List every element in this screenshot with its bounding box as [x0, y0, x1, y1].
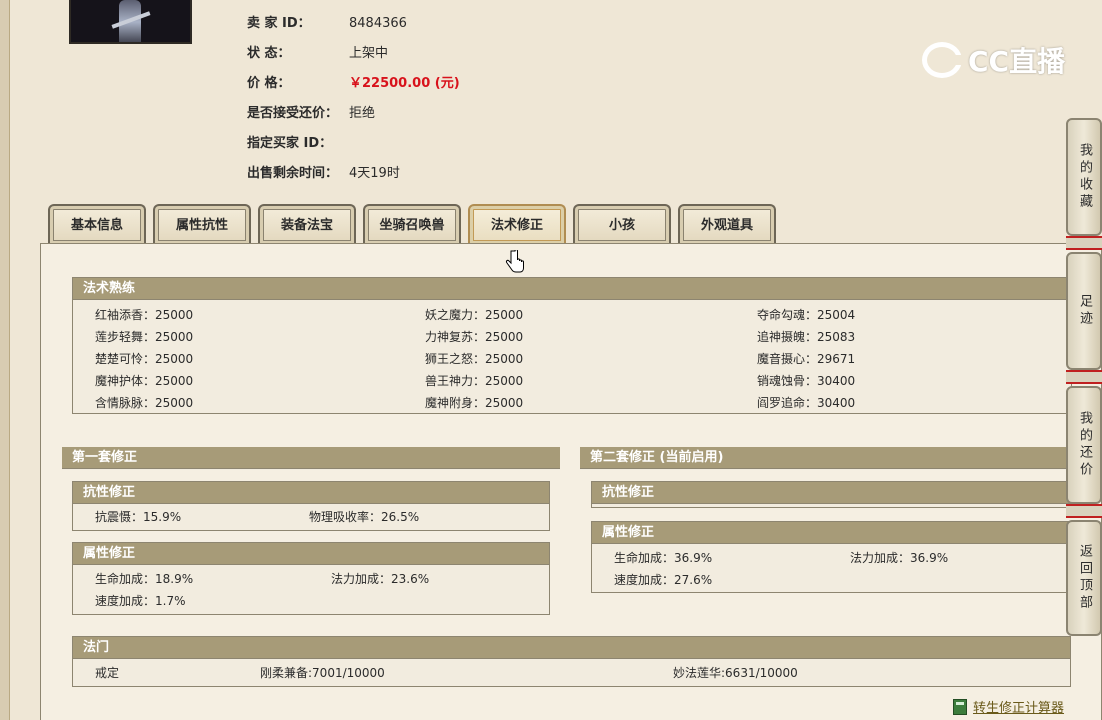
set2-header: 第二套修正 (当前启用) — [580, 447, 1072, 470]
proficiency-section: 法术熟练 红袖添香：25000 莲步轻舞：25000 楚楚可怜：25000 魔神… — [72, 277, 1072, 414]
tab-attributes[interactable]: 属性抗性 — [153, 204, 251, 244]
sidebar-separator — [1066, 236, 1102, 250]
proficiency-item: 夺命勾魂：25004 — [757, 308, 856, 322]
remaining-time-row: 出售剩余时间： 4天19时 — [247, 164, 400, 184]
set2-attr-title: 属性修正 — [592, 522, 1071, 544]
proficiency-item: 追神摄魄：25083 — [757, 330, 856, 344]
proficiency-item: 红袖添香：25000 — [95, 308, 194, 322]
set1-title: 第一套修正 — [62, 447, 560, 469]
famen-item: 刚柔兼备:7001/10000 — [260, 666, 385, 680]
spell-correction-panel: 法术熟练 红袖添香：25000 莲步轻舞：25000 楚楚可怜：25000 魔神… — [40, 243, 1102, 720]
proficiency-item: 楚楚可怜：25000 — [95, 352, 194, 366]
hand-cursor-icon — [505, 250, 524, 273]
counteroffer-sidebar-label: 我的还价 — [1077, 411, 1092, 479]
attr-value: 生命加成：18.9% — [95, 572, 194, 586]
sidebar-separator — [1066, 504, 1102, 518]
tab-child[interactable]: 小孩 — [573, 204, 671, 244]
proficiency-title: 法术熟练 — [73, 278, 1071, 300]
proficiency-item: 魔音摄心：29671 — [757, 352, 856, 366]
back-to-top-button[interactable]: 返回顶部 — [1066, 520, 1102, 636]
counteroffer-value: 拒绝 — [349, 106, 376, 121]
set2-resist-box: 抗性修正 — [591, 481, 1072, 508]
favorites-label: 我的收藏 — [1077, 143, 1092, 211]
set2-title: 第二套修正 (当前启用) — [580, 447, 1072, 469]
designated-buyer-label: 指定买家 ID： — [247, 136, 333, 151]
resist-value: 抗震慑：15.9% — [95, 510, 182, 524]
cc-live-watermark: CC直播 — [922, 40, 1065, 80]
famen-section: 法门 戒定 刚柔兼备:7001/10000 妙法莲华:6631/10000 — [72, 636, 1071, 687]
set1-resist-title: 抗性修正 — [73, 482, 549, 504]
my-counteroffer-button[interactable]: 我的还价 — [1066, 386, 1102, 504]
tab-appearance[interactable]: 外观道具 — [678, 204, 776, 244]
attr-value: 速度加成：27.6% — [614, 573, 713, 587]
status-value: 上架中 — [349, 46, 389, 61]
tab-spell-correction[interactable]: 法术修正 — [468, 204, 566, 244]
designated-buyer-row: 指定买家 ID： — [247, 134, 332, 154]
attr-value: 法力加成：36.9% — [850, 551, 949, 565]
rebirth-calculator-label: 转生修正计算器 — [973, 701, 1065, 716]
remaining-time-value: 4天19时 — [349, 166, 400, 181]
remaining-time-label: 出售剩余时间： — [247, 166, 339, 181]
proficiency-item: 含情脉脉：25000 — [95, 396, 194, 410]
attr-value: 生命加成：36.9% — [614, 551, 713, 565]
page-left-border — [0, 0, 10, 720]
price-row: 价 格： ￥22500.00 (元) — [247, 74, 460, 94]
cc-logo-icon — [922, 42, 963, 78]
proficiency-item: 妖之魔力：25000 — [425, 308, 524, 322]
seller-id-label: 卖 家 ID： — [247, 16, 311, 31]
sidebar-separator — [1066, 370, 1102, 384]
status-label: 状 态： — [247, 46, 291, 61]
price-value: ￥22500.00 (元) — [349, 76, 460, 91]
proficiency-item: 狮王之怒：25000 — [425, 352, 524, 366]
proficiency-item: 兽王神力：25000 — [425, 374, 524, 388]
proficiency-item: 力神复苏：25000 — [425, 330, 524, 344]
watermark-text: CC直播 — [968, 45, 1066, 78]
tab-basic-info[interactable]: 基本信息 — [48, 204, 146, 244]
set1-header: 第一套修正 — [62, 447, 560, 470]
seller-id-row: 卖 家 ID： 8484366 — [247, 14, 407, 34]
my-favorites-button[interactable]: 我的收藏 — [1066, 118, 1102, 236]
set1-attr-title: 属性修正 — [73, 543, 549, 565]
proficiency-item: 莲步轻舞：25000 — [95, 330, 194, 344]
seller-id-value: 8484366 — [349, 16, 407, 31]
proficiency-item: 销魂蚀骨：30400 — [757, 374, 856, 388]
tab-mount-summon[interactable]: 坐骑召唤兽 — [363, 204, 461, 244]
proficiency-item: 魔神附身：25000 — [425, 396, 524, 410]
set1-resist-box: 抗性修正 抗震慑：15.9% 物理吸收率：26.5% — [72, 481, 550, 531]
character-avatar — [69, 0, 192, 44]
proficiency-item: 魔神护体：25000 — [95, 374, 194, 388]
tab-equipment[interactable]: 装备法宝 — [258, 204, 356, 244]
footprint-label: 足迹 — [1077, 294, 1092, 328]
attr-value: 法力加成：23.6% — [331, 572, 430, 586]
price-label: 价 格： — [247, 76, 291, 91]
status-row: 状 态： 上架中 — [247, 44, 388, 64]
proficiency-item: 阎罗追命：30400 — [757, 396, 856, 410]
famen-item: 妙法莲华:6631/10000 — [673, 666, 798, 680]
footprint-button[interactable]: 足迹 — [1066, 252, 1102, 370]
calculator-icon — [953, 698, 967, 715]
resist-value: 物理吸收率：26.5% — [309, 510, 420, 524]
counteroffer-row: 是否接受还价： 拒绝 — [247, 104, 375, 124]
rebirth-calculator-link[interactable]: 转生修正计算器 — [953, 697, 1064, 716]
back-to-top-label: 返回顶部 — [1077, 544, 1092, 612]
set1-attr-box: 属性修正 生命加成：18.9% 法力加成：23.6% 速度加成：1.7% — [72, 542, 550, 615]
set2-resist-title: 抗性修正 — [592, 482, 1071, 504]
attr-value: 速度加成：1.7% — [95, 594, 186, 608]
famen-item: 戒定 — [95, 666, 120, 680]
famen-title: 法门 — [73, 637, 1070, 659]
set2-attr-box: 属性修正 生命加成：36.9% 法力加成：36.9% 速度加成：27.6% — [591, 521, 1072, 593]
counteroffer-label: 是否接受还价： — [247, 106, 339, 121]
